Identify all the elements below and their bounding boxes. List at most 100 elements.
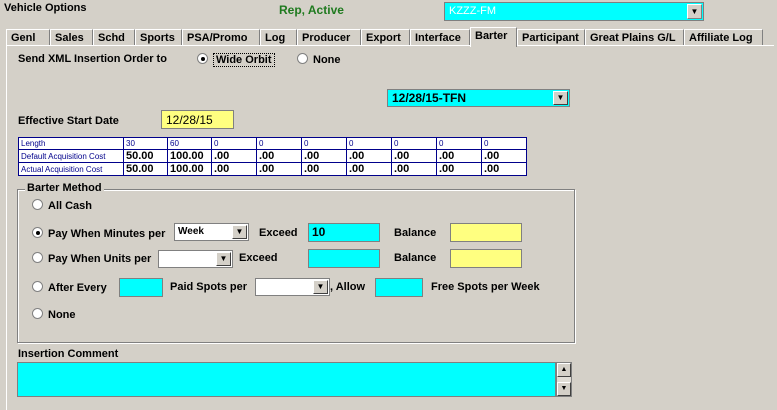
tab-export[interactable]: Export — [361, 29, 410, 46]
grid-cell[interactable]: 0 — [436, 137, 482, 150]
grid-cell[interactable]: .00 — [436, 149, 482, 163]
after-every-input[interactable] — [119, 278, 163, 297]
balance-minutes-input[interactable] — [450, 223, 522, 242]
chevron-down-icon[interactable]: ▼ — [553, 91, 568, 105]
grid-cell[interactable]: 0 — [391, 137, 437, 150]
balance-units-input[interactable] — [450, 249, 522, 268]
grid-cell[interactable]: .00 — [346, 149, 392, 163]
grid-cell[interactable]: 0 — [256, 137, 302, 150]
exceed-units-input[interactable] — [308, 249, 380, 268]
tab-label: Producer — [302, 32, 351, 44]
tab-label: Participant — [522, 32, 579, 44]
grid-cell[interactable]: .00 — [301, 149, 347, 163]
grid-cell[interactable]: .00 — [346, 162, 392, 176]
radio-label: All Cash — [48, 200, 93, 212]
tab-label: PSA/Promo — [187, 32, 248, 44]
grid-cell[interactable]: .00 — [481, 149, 527, 163]
xml-label: Send XML Insertion Order to — [18, 53, 167, 65]
chevron-down-icon[interactable]: ▼ — [232, 225, 247, 239]
minutes-period-value: Week — [178, 226, 204, 237]
radio-icon — [32, 252, 43, 263]
grid-cell[interactable]: .00 — [391, 149, 437, 163]
tab-label: Interface — [415, 32, 461, 44]
grid-cell[interactable]: .00 — [301, 162, 347, 176]
grid-cell[interactable]: .00 — [436, 162, 482, 176]
grid-cell[interactable]: 0 — [346, 137, 392, 150]
exceed-minutes-value: 10 — [312, 225, 326, 239]
barter-method-title: Barter Method — [25, 182, 104, 194]
grid-cell[interactable]: 60 — [167, 137, 212, 150]
tab-label: Great Plains G/L — [590, 32, 676, 44]
chevron-down-icon[interactable]: ▼ — [313, 280, 328, 294]
exceed-label: Exceed — [259, 227, 298, 239]
grid-cell[interactable]: 100.00 — [167, 162, 212, 176]
radio-barter-none[interactable]: None — [32, 308, 76, 321]
grid-row-default-cost: Default Acquisition Cost 50.00 100.00 .0… — [18, 149, 527, 163]
radio-after-every[interactable]: After Every — [32, 281, 107, 294]
free-spots-input[interactable] — [375, 278, 423, 297]
tab-label: Barter — [475, 30, 508, 42]
effective-date-input[interactable]: 12/28/15 — [161, 110, 234, 129]
tab-psa-promo[interactable]: PSA/Promo — [182, 29, 260, 46]
scroll-up-icon[interactable]: ▲ — [557, 363, 571, 377]
radio-pay-minutes[interactable]: Pay When Minutes per — [32, 227, 165, 240]
chevron-down-icon[interactable]: ▼ — [687, 4, 702, 19]
balance-label: Balance — [394, 252, 437, 264]
units-period-select[interactable]: ▼ — [158, 250, 233, 268]
radio-label: None — [313, 54, 341, 66]
window-title: Vehicle Options — [4, 2, 87, 14]
tab-log[interactable]: Log — [260, 29, 297, 46]
tab-sports[interactable]: Sports — [135, 29, 182, 46]
grid-cell[interactable]: 50.00 — [123, 162, 168, 176]
chevron-down-icon[interactable]: ▼ — [216, 252, 231, 266]
tab-genl[interactable]: Genl — [6, 29, 50, 46]
radio-wide-orbit[interactable]: Wide Orbit — [197, 53, 275, 67]
grid-cell[interactable]: .00 — [256, 162, 302, 176]
tab-barter[interactable]: Barter — [470, 27, 517, 47]
radio-icon — [197, 53, 208, 64]
scroll-down-icon[interactable]: ▼ — [557, 382, 571, 396]
tab-interface[interactable]: Interface — [410, 29, 470, 46]
allow-label: , Allow — [330, 281, 366, 293]
tab-sales[interactable]: Sales — [50, 29, 93, 46]
effective-date-value: 12/28/15 — [166, 113, 213, 127]
radio-xml-none[interactable]: None — [297, 53, 341, 66]
grid-cell[interactable]: 0 — [211, 137, 257, 150]
grid-cell[interactable]: 30 — [123, 137, 168, 150]
radio-pay-units[interactable]: Pay When Units per — [32, 252, 151, 265]
grid-cell[interactable]: 0 — [301, 137, 347, 150]
exceed-label: Exceed — [239, 252, 278, 264]
grid-row-actual-cost: Actual Acquisition Cost 50.00 100.00 .00… — [18, 162, 527, 176]
tab-label: Affiliate Log — [689, 32, 753, 44]
station-select[interactable]: KZZZ-FM ▼ — [444, 2, 704, 21]
tab-great-plains-gl[interactable]: Great Plains G/L — [585, 29, 684, 46]
tab-producer[interactable]: Producer — [297, 29, 361, 46]
insertion-comment-input[interactable] — [17, 362, 556, 397]
radio-icon — [32, 227, 43, 238]
free-spots-label: Free Spots per Week — [431, 281, 540, 293]
grid-cell[interactable]: .00 — [481, 162, 527, 176]
comment-scrollbar[interactable]: ▲ ▼ — [556, 362, 572, 397]
grid-cell[interactable]: .00 — [211, 162, 257, 176]
status-text: Rep, Active — [279, 3, 344, 17]
tab-participant[interactable]: Participant — [517, 29, 585, 46]
tab-schd[interactable]: Schd — [93, 29, 135, 46]
grid-cell[interactable]: 0 — [481, 137, 527, 150]
tab-affiliate-log[interactable]: Affiliate Log — [684, 29, 763, 46]
grid-cell[interactable]: 100.00 — [167, 149, 212, 163]
grid-cell[interactable]: .00 — [391, 162, 437, 176]
minutes-period-select[interactable]: Week ▼ — [174, 223, 249, 241]
insertion-comment-label: Insertion Comment — [18, 348, 119, 360]
radio-label: After Every — [48, 282, 107, 294]
date-range-select[interactable]: 12/28/15-TFN ▼ — [387, 89, 570, 107]
grid-cell[interactable]: .00 — [256, 149, 302, 163]
acquisition-grid: Length 30 60 0 0 0 0 0 0 0 Default Acqui… — [18, 137, 527, 176]
exceed-minutes-input[interactable]: 10 — [308, 223, 380, 242]
radio-all-cash[interactable]: All Cash — [32, 199, 92, 212]
grid-cell[interactable]: .00 — [211, 149, 257, 163]
effective-date-label: Effective Start Date — [18, 115, 119, 127]
paid-spots-period-select[interactable]: ▼ — [255, 278, 330, 296]
tab-label: Sports — [140, 32, 175, 44]
grid-row-length: Length 30 60 0 0 0 0 0 0 0 — [18, 137, 527, 150]
grid-cell[interactable]: 50.00 — [123, 149, 168, 163]
